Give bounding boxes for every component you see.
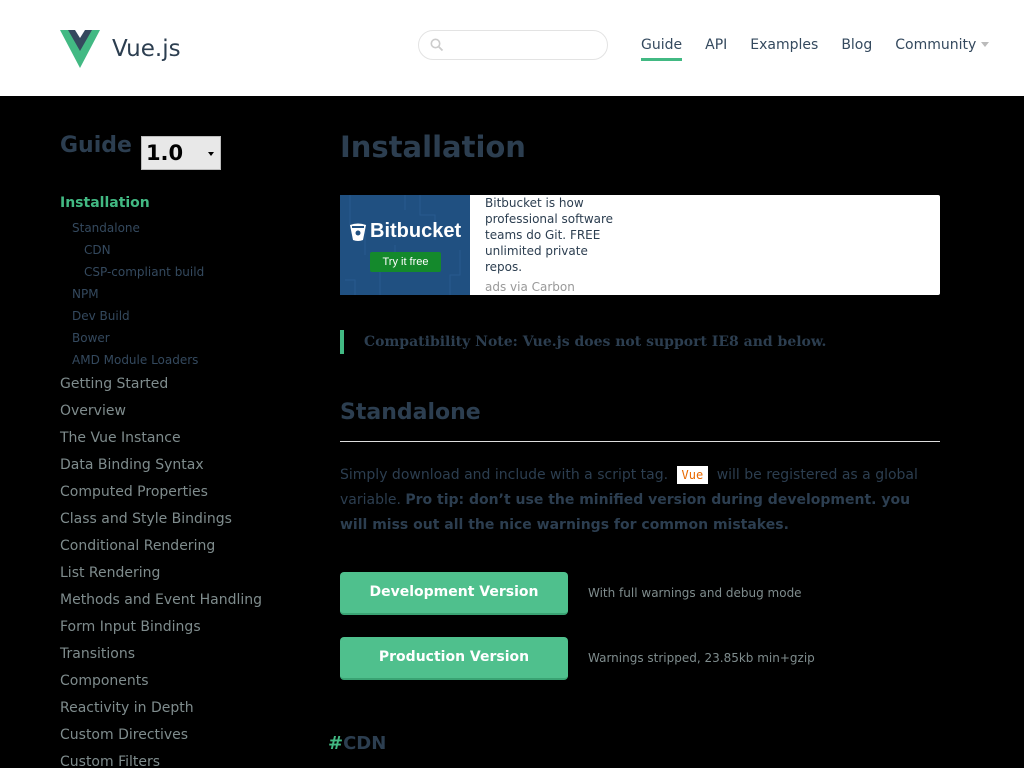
sidebar-item-vue-instance[interactable]: The Vue Instance [60, 430, 181, 446]
divider [340, 441, 940, 442]
site-logo[interactable]: Vue.js [60, 30, 181, 68]
standalone-heading: Standalone [340, 400, 481, 425]
sidebar-subitem-amd-loaders[interactable]: AMD Module Loaders [72, 353, 198, 367]
sidebar-item-custom-filters[interactable]: Custom Filters [60, 754, 160, 768]
chevron-down-icon [207, 152, 214, 156]
inline-code-vue: Vue [676, 466, 709, 484]
nav-guide[interactable]: Guide [641, 37, 683, 61]
sidebar-subitem-npm[interactable]: NPM [72, 287, 99, 301]
sidebar-item-installation[interactable]: Installation [60, 195, 150, 211]
brand-name: Vue.js [112, 36, 181, 62]
ad-logo-text: Bitbucket [370, 220, 462, 242]
ad-via-link[interactable]: ads via Carbon [485, 280, 575, 294]
main-nav: Guide API Examples Blog Community [641, 37, 990, 61]
sidebar-item-overview[interactable]: Overview [60, 403, 126, 419]
ad-pattern-icon [345, 195, 461, 295]
sidebar-item-computed[interactable]: Computed Properties [60, 484, 208, 500]
ad-text[interactable]: Bitbucket is how professional software t… [485, 195, 620, 275]
production-version-desc: Warnings stripped, 23.85kb min+gzip [588, 651, 815, 665]
bitbucket-icon [350, 223, 366, 241]
development-version-desc: With full warnings and debug mode [588, 586, 802, 600]
ad-try-button[interactable]: Try it free [370, 252, 441, 272]
development-version-button[interactable]: Development Version [340, 572, 568, 615]
nav-community-label: Community [895, 37, 977, 53]
sidebar-item-form-input[interactable]: Form Input Bindings [60, 619, 201, 635]
sidebar-item-custom-directives[interactable]: Custom Directives [60, 727, 188, 743]
pro-tip: Pro tip: don’t use the minified version … [340, 492, 911, 533]
page-title: Installation [340, 130, 526, 164]
vue-logo-icon [60, 30, 100, 68]
sidebar-item-methods-events[interactable]: Methods and Event Handling [60, 592, 262, 608]
carbon-ad[interactable]: Bitbucket Try it free Bitbucket is how p… [340, 195, 940, 295]
ad-image[interactable]: Bitbucket Try it free [340, 195, 470, 295]
sidebar-item-components[interactable]: Components [60, 673, 149, 689]
sidebar-subitem-bower[interactable]: Bower [72, 331, 110, 345]
ad-logo: Bitbucket [349, 220, 461, 243]
sidebar-item-getting-started[interactable]: Getting Started [60, 376, 168, 392]
compat-note: Compatibility Note: Vue.js does not supp… [340, 330, 826, 354]
sidebar-subitem-cdn[interactable]: CDN [84, 243, 111, 257]
sidebar-subitem-csp-build[interactable]: CSP-compliant build [84, 265, 204, 279]
sidebar-item-reactivity[interactable]: Reactivity in Depth [60, 700, 194, 716]
sidebar-subitem-standalone[interactable]: Standalone [72, 221, 140, 235]
nav-community[interactable]: Community [895, 37, 990, 61]
sidebar-item-list-rendering[interactable]: List Rendering [60, 565, 160, 581]
chevron-down-icon [981, 42, 990, 47]
sidebar-subitem-dev-build[interactable]: Dev Build [72, 309, 130, 323]
version-select[interactable]: 1.0 [140, 136, 221, 170]
cdn-anchor-link[interactable]: # [328, 733, 343, 754]
standalone-paragraph: Simply download and include with a scrip… [340, 463, 940, 538]
standalone-text-before: Simply download and include with a scrip… [340, 467, 669, 483]
cdn-heading: #CDN [328, 733, 386, 754]
sidebar-title: Guide [60, 133, 132, 158]
version-select-value: 1.0 [145, 141, 184, 165]
search-icon [430, 38, 444, 52]
nav-api[interactable]: API [705, 37, 727, 61]
search-input[interactable] [453, 35, 598, 55]
sidebar-item-transitions[interactable]: Transitions [60, 646, 135, 662]
search-box[interactable] [418, 30, 608, 60]
nav-examples[interactable]: Examples [750, 37, 818, 61]
cdn-heading-text: CDN [343, 733, 387, 754]
nav-blog[interactable]: Blog [841, 37, 872, 61]
sidebar: Guide 1.0 Installation Standalone CDN CS… [60, 130, 320, 768]
production-version-button[interactable]: Production Version [340, 637, 568, 680]
sidebar-item-data-binding[interactable]: Data Binding Syntax [60, 457, 204, 473]
sidebar-item-class-style[interactable]: Class and Style Bindings [60, 511, 232, 527]
site-header: Vue.js Guide API Examples Blog Community [0, 0, 1024, 96]
sidebar-item-conditional[interactable]: Conditional Rendering [60, 538, 215, 554]
